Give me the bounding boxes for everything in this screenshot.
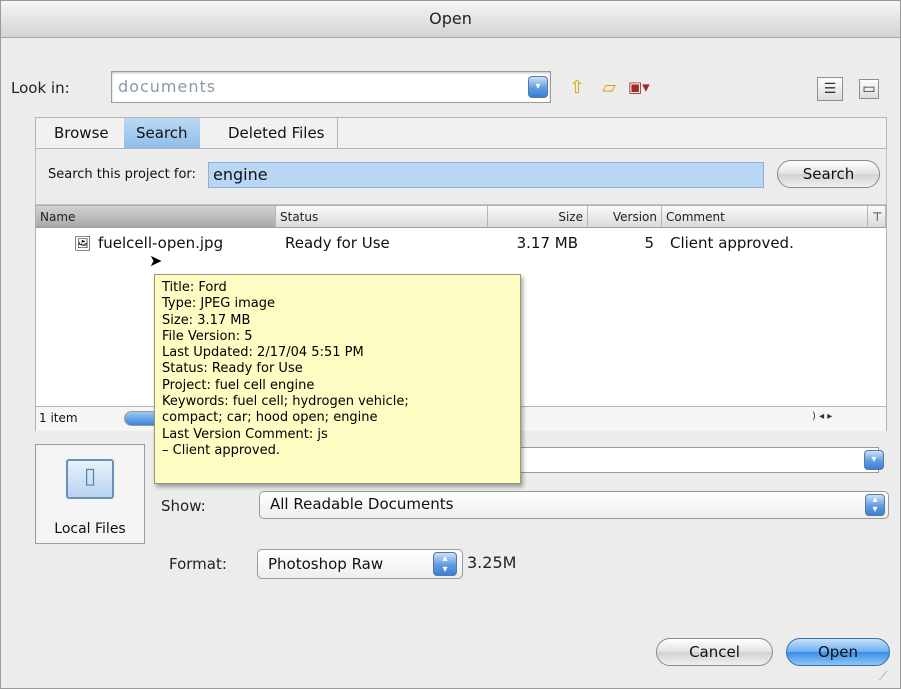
tab-bar: Browse Search Deleted Files	[35, 117, 887, 149]
list-view-icon[interactable]: ☰	[817, 77, 843, 101]
search-label: Search this project for:	[48, 167, 196, 182]
item-count: 1 item	[39, 411, 78, 425]
tooltip-line: Last Updated: 2/17/04 5:51 PM	[162, 345, 364, 361]
tooltip-line: Type: JPEG image	[162, 296, 275, 312]
search-input[interactable]: engine	[208, 162, 764, 188]
folder-icon: ▯	[66, 459, 114, 499]
format-stepper-icon[interactable]: ▴ ▾	[433, 552, 457, 576]
tab-deleted-files[interactable]: Deleted Files	[216, 118, 338, 148]
tab-search[interactable]: Search	[124, 118, 200, 148]
tooltip-line: Size: 3.17 MB	[162, 312, 251, 328]
tooltip-line: Title: Ford	[162, 280, 227, 295]
tooltip-line: Project: fuel cell engine	[162, 377, 315, 393]
column-size[interactable]: Size	[488, 206, 588, 228]
tooltip-line: compact; car; hood open; engine	[162, 410, 378, 426]
tooltip-line: Keywords: fuel cell; hydrogen vehicle;	[162, 394, 409, 410]
file-comment: Client approved.	[670, 234, 794, 252]
look-in-field[interactable]: documents	[111, 71, 551, 103]
mouse-pointer-icon: ➤	[149, 251, 163, 270]
local-files-label: Local Files	[54, 521, 126, 537]
toolbox-menu-icon[interactable]: ▣▾	[628, 78, 664, 100]
file-name-dropdown-icon[interactable]: ▾	[864, 450, 884, 470]
thumbnail-view-icon[interactable]: ▭	[859, 79, 879, 99]
new-folder-icon[interactable]: ▱	[598, 77, 620, 99]
column-version[interactable]: Version	[588, 206, 662, 228]
search-pane: Search this project for: engine Search	[35, 149, 887, 205]
tab-browse[interactable]: Browse	[42, 118, 121, 148]
tooltip-line: Last Version Comment: js	[162, 426, 328, 442]
window-title: Open	[1, 1, 900, 38]
look-in-label: Look in:	[11, 79, 70, 97]
file-info-tooltip: Title: Ford Type: JPEG image Size: 3.17 …	[154, 274, 521, 484]
cancel-button[interactable]: Cancel	[656, 638, 773, 666]
format-label: Format:	[169, 555, 227, 573]
open-button[interactable]: Open	[786, 638, 890, 666]
column-name[interactable]: Name	[36, 206, 276, 228]
up-folder-icon[interactable]: ⇧	[566, 77, 588, 99]
tooltip-line: – Client approved.	[162, 442, 280, 458]
show-label: Show:	[161, 497, 206, 515]
column-options-icon[interactable]: ⊤	[868, 206, 886, 228]
file-icon: 🖼	[74, 236, 92, 252]
look-in-dropdown-icon[interactable]: ▾	[528, 76, 548, 98]
column-comment[interactable]: Comment	[662, 206, 868, 228]
search-button[interactable]: Search	[777, 160, 880, 188]
format-file-size: 3.25M	[467, 553, 517, 572]
scroll-arrows-icon[interactable]: ) ◂ ▸	[812, 411, 864, 426]
column-status[interactable]: Status	[276, 206, 488, 228]
tooltip-line: Status: Ready for Use	[162, 361, 303, 377]
resize-grip-icon[interactable]: ⟋	[879, 669, 897, 687]
file-size: 3.17 MB	[516, 234, 578, 252]
file-version: 5	[644, 234, 654, 252]
local-files-button[interactable]: ▯ Local Files	[35, 444, 145, 544]
open-dialog: Open Look in: documents ▾ ⇧ ▱ ▣▾ ☰ ▭ Bro…	[0, 0, 901, 689]
file-name[interactable]: fuelcell-open.jpg	[98, 234, 223, 252]
tooltip-line: File Version: 5	[162, 328, 253, 344]
show-stepper-icon[interactable]: ▴ ▾	[865, 494, 885, 516]
show-select[interactable]: All Readable Documents	[259, 491, 889, 519]
file-status: Ready for Use	[285, 234, 390, 252]
